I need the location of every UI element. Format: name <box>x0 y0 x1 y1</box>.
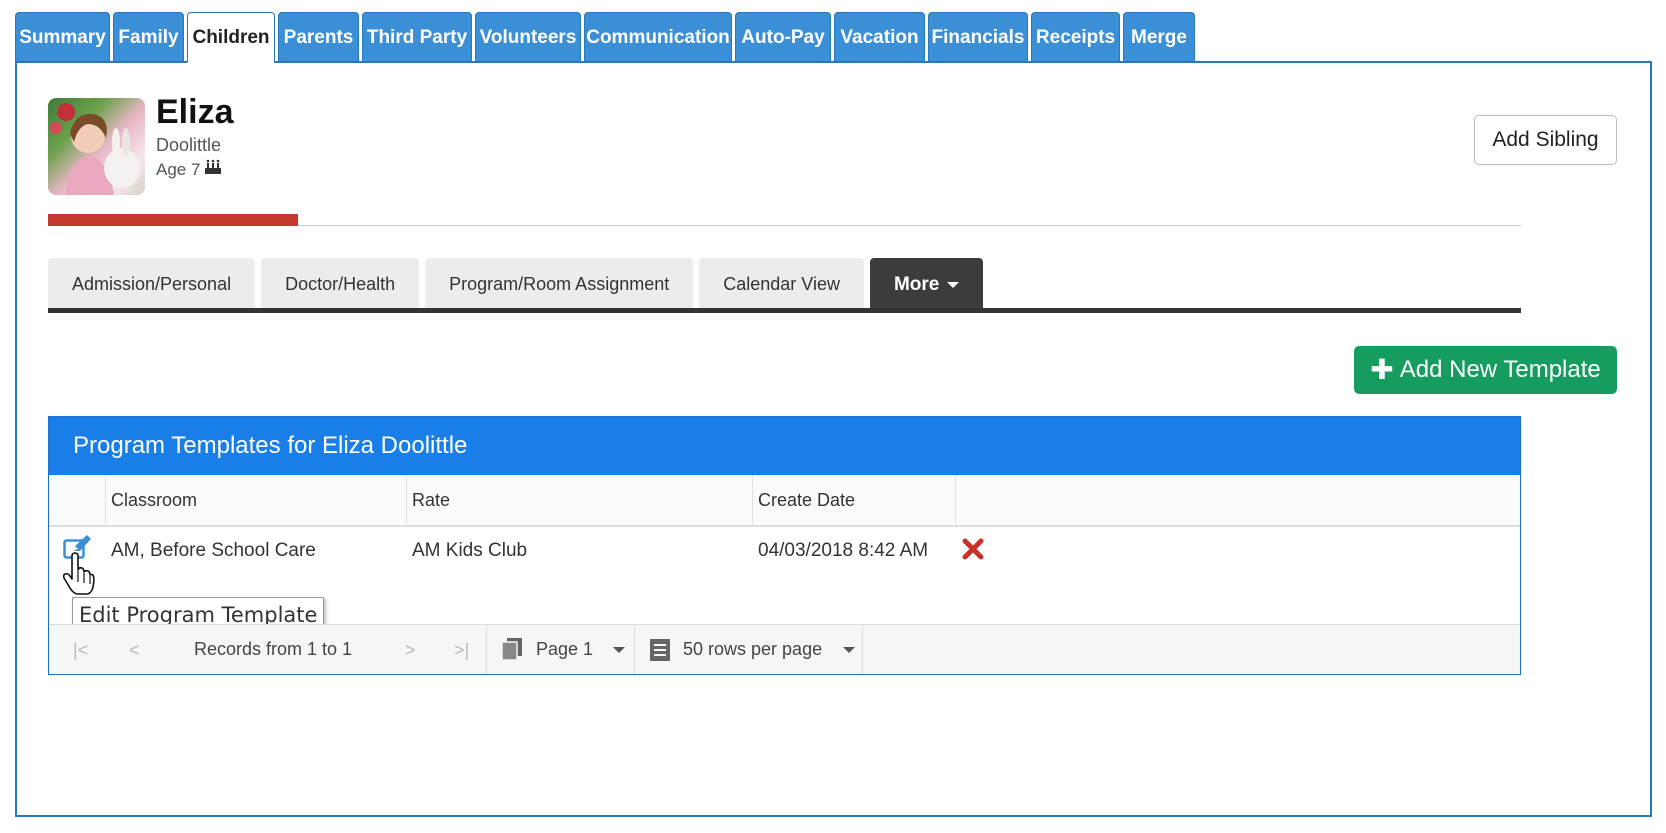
tab-doctor-health[interactable]: Doctor/Health <box>261 258 420 311</box>
program-templates-grid: Program Templates for Eliza Doolittle Cl… <box>48 416 1521 675</box>
column-divider <box>406 475 407 525</box>
plus-icon: ✚ <box>1370 354 1394 385</box>
first-page-icon[interactable]: |< <box>73 640 88 661</box>
cell-create-date: 04/03/2018 8:42 AM <box>758 540 929 561</box>
column-header-create-date[interactable]: Create Date <box>758 490 855 511</box>
page-dropdown-caret-icon[interactable] <box>613 647 625 653</box>
tab-parents[interactable]: Parents <box>278 12 359 62</box>
top-tab-bar: Summary Family Children Parents Third Pa… <box>15 12 1198 63</box>
tab-admission-personal[interactable]: Admission/Personal <box>48 258 256 311</box>
column-divider <box>955 475 956 525</box>
child-age: Age 7 <box>156 159 201 179</box>
rows-list-icon <box>649 638 671 667</box>
add-new-template-button[interactable]: ✚ Add New Template <box>1354 346 1617 394</box>
tab-merge[interactable]: Merge <box>1123 12 1195 62</box>
pager-divider <box>862 625 863 674</box>
caret-down-icon <box>947 281 960 288</box>
column-header-classroom[interactable]: Classroom <box>111 490 197 511</box>
tab-communication[interactable]: Communication <box>584 12 732 62</box>
page-number: Page 1 <box>536 639 594 659</box>
tab-financials[interactable]: Financials <box>928 12 1028 62</box>
tab-auto-pay[interactable]: Auto-Pay <box>735 12 831 62</box>
tab-third-party[interactable]: Third Party <box>362 12 472 62</box>
grid-header-row: Classroom Rate Create Date <box>49 475 1520 527</box>
child-sub-tabs: Admission/Personal Doctor/Health Program… <box>48 258 984 311</box>
previous-page-icon[interactable]: < <box>129 640 140 661</box>
more-dropdown[interactable]: More <box>869 258 984 311</box>
pager-divider <box>634 625 635 674</box>
tab-summary[interactable]: Summary <box>15 12 110 62</box>
tab-vacation[interactable]: Vacation <box>834 12 925 62</box>
pager-divider <box>486 625 487 674</box>
tab-family[interactable]: Family <box>113 12 184 62</box>
cell-classroom: AM, Before School Care <box>111 540 316 561</box>
column-header-rate[interactable]: Rate <box>412 490 450 511</box>
tab-volunteers[interactable]: Volunteers <box>475 12 581 62</box>
sub-tabs-underline <box>48 308 1521 313</box>
records-range: Records from 1 to 1 <box>194 639 353 659</box>
column-divider <box>752 475 753 525</box>
cell-rate: AM Kids Club <box>412 540 528 561</box>
more-label: More <box>893 273 940 295</box>
last-page-icon[interactable]: >| <box>454 640 469 661</box>
rows-per-page-caret-icon[interactable] <box>843 647 855 653</box>
tab-program-room-assignment[interactable]: Program/Room Assignment <box>425 258 694 311</box>
next-page-icon[interactable]: > <box>405 640 416 661</box>
child-avatar <box>48 98 145 195</box>
add-sibling-button[interactable]: Add Sibling <box>1474 115 1617 165</box>
child-age-row: Age 7 <box>156 159 222 180</box>
tab-receipts[interactable]: Receipts <box>1031 12 1120 62</box>
profile-progress-fill <box>48 214 298 226</box>
hand-cursor-icon <box>61 552 95 596</box>
tab-children[interactable]: Children <box>187 12 275 63</box>
add-new-template-label: Add New Template <box>1399 356 1601 383</box>
delete-icon[interactable] <box>962 538 984 560</box>
grid-pager: |< < Records from 1 to 1 > >| Page 1 50 … <box>49 624 1520 674</box>
child-first-name: Eliza <box>156 93 234 131</box>
grid-title: Program Templates for Eliza Doolittle <box>49 417 1520 475</box>
child-last-name: Doolittle <box>156 135 222 155</box>
rows-per-page: 50 rows per page <box>683 639 823 659</box>
tab-calendar-view[interactable]: Calendar View <box>699 258 864 311</box>
pages-icon <box>501 637 523 666</box>
column-divider <box>105 475 106 525</box>
children-panel: Eliza Doolittle Age 7 Add Sibling Admiss… <box>15 61 1652 817</box>
birthday-cake-icon <box>204 159 222 180</box>
